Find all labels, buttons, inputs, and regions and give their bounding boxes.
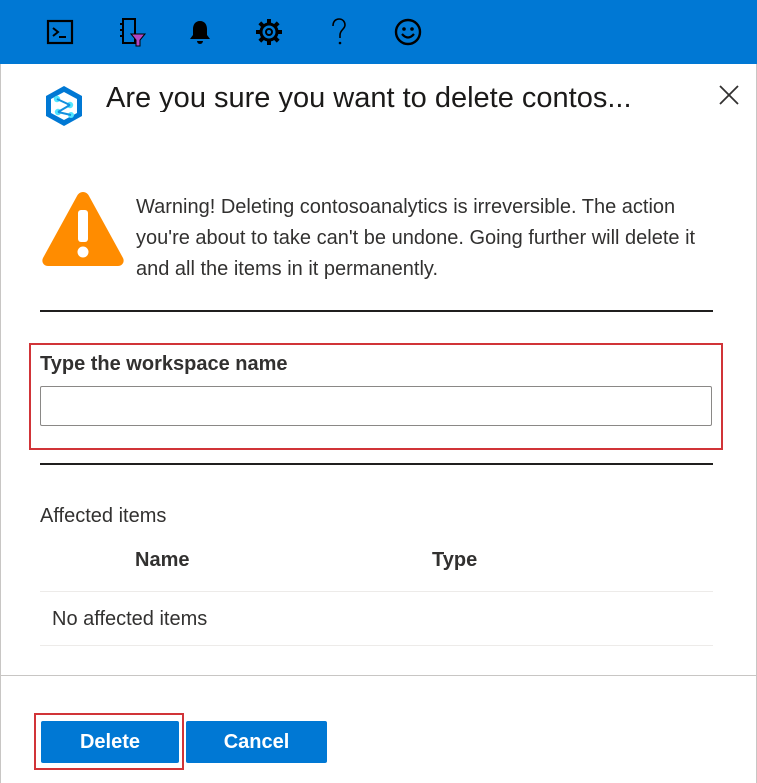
- gear-icon[interactable]: [249, 12, 289, 52]
- workspace-name-input[interactable]: [40, 386, 712, 426]
- dialog-title: Are you sure you want to delete contos..…: [106, 82, 632, 113]
- empty-table-message: No affected items: [52, 608, 208, 630]
- column-header-type[interactable]: Type: [432, 549, 477, 572]
- directory-filter-icon[interactable]: [111, 12, 151, 52]
- synapse-workspace-icon: [42, 84, 86, 128]
- footer-divider: [1, 675, 756, 676]
- cloud-shell-icon[interactable]: [40, 12, 80, 52]
- top-bar: [0, 0, 757, 64]
- affected-items-title: Affected items: [40, 505, 167, 527]
- dialog-header: Are you sure you want to delete contos..…: [42, 82, 742, 126]
- divider-bottom: [40, 463, 713, 465]
- delete-button[interactable]: Delete: [41, 721, 179, 763]
- help-icon[interactable]: [319, 12, 359, 52]
- warning-message: Warning! Deleting contosoanalytics is ir…: [136, 196, 696, 280]
- warning-triangle-icon: [40, 188, 126, 268]
- table-header-divider: [40, 591, 713, 592]
- workspace-name-label: Type the workspace name: [40, 353, 288, 375]
- close-icon[interactable]: [714, 80, 744, 110]
- bell-icon[interactable]: [180, 12, 220, 52]
- feedback-smiley-icon[interactable]: [388, 12, 428, 52]
- table-bottom-divider: [40, 645, 713, 646]
- column-header-name[interactable]: Name: [135, 549, 189, 572]
- divider-top: [40, 310, 713, 312]
- cancel-button[interactable]: Cancel: [186, 721, 327, 763]
